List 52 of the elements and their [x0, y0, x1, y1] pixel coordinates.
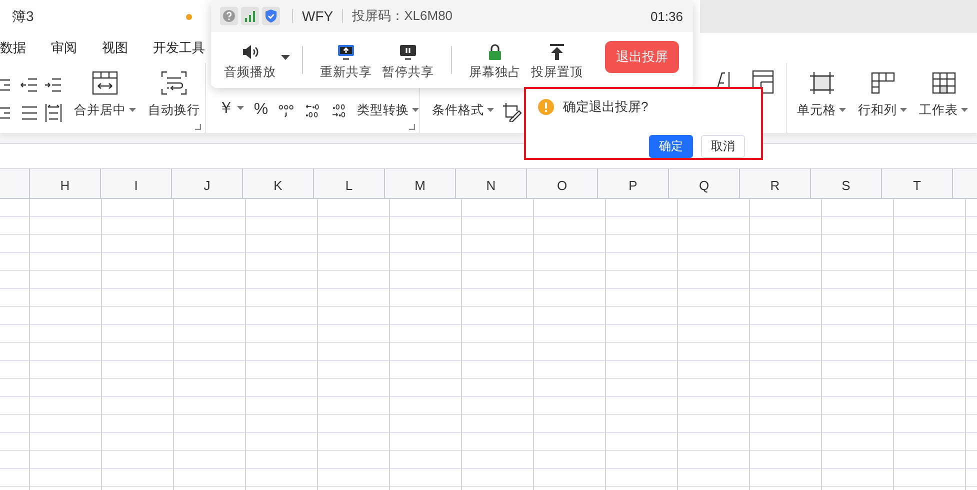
ribbon-button[interactable]: 工作表 [919, 71, 968, 119]
share-code: 投屏码：XL6M80 [352, 7, 453, 25]
ribbon-button[interactable]: 单元格 [797, 71, 846, 119]
crop-pencil-icon[interactable] [502, 102, 522, 122]
column-header[interactable]: J [172, 169, 243, 198]
ribbon-button[interactable]: 条件格式 [432, 102, 494, 119]
merge-cells-icon [92, 71, 118, 95]
ribbon-button[interactable]: 自动换行 [148, 71, 200, 119]
column-header[interactable]: L [314, 169, 385, 198]
column-header[interactable]: Q [669, 169, 740, 198]
column-header[interactable]: N [456, 169, 527, 198]
document-title: 簿3 [12, 8, 34, 26]
column-header[interactable]: R [740, 169, 811, 198]
ribbon-button[interactable]: 行和列 [858, 71, 907, 119]
warning-icon [538, 99, 554, 115]
wrap-text-icon [161, 71, 187, 95]
share-action-button[interactable]: 暂停共享 [377, 42, 439, 80]
rows-columns-icon [870, 71, 896, 95]
signal-icon [241, 7, 259, 25]
distributed-icon[interactable] [44, 103, 62, 123]
column-header[interactable]: H [30, 169, 101, 198]
ribbon-button[interactable]: 类型转换 [356, 102, 419, 119]
column-header[interactable]: O [527, 169, 598, 198]
column-header[interactable]: S [811, 169, 882, 198]
column-header[interactable]: M [385, 169, 456, 198]
column-header[interactable]: K [243, 169, 314, 198]
confirm-message: 确定退出投屏? [563, 98, 648, 116]
menu-tab[interactable]: 数据 [0, 39, 26, 57]
cell-icon [808, 71, 834, 95]
menu-tab[interactable]: 开发工具 [153, 39, 205, 57]
share-action-button[interactable]: 音频播放 [219, 42, 290, 80]
ribbon-button[interactable]: % [254, 101, 268, 119]
column-header[interactable]: T [882, 169, 953, 198]
menu-tab[interactable]: 审阅 [51, 39, 77, 57]
timer: 01:36 [650, 8, 683, 24]
confirm-button[interactable]: 确定 [649, 135, 693, 158]
pin-top-icon [547, 42, 567, 62]
cancel-button[interactable]: 取消 [701, 135, 745, 158]
share-action-button[interactable]: 重新共享 [315, 42, 377, 80]
dialog-launcher-icon[interactable] [408, 124, 415, 130]
ribbon-button[interactable]: 合并居中 [74, 71, 136, 119]
dialog-launcher-icon[interactable] [194, 124, 201, 130]
menu-tab[interactable]: 视图 [102, 39, 128, 57]
column-header[interactable]: I [101, 169, 172, 198]
ribbon-button[interactable]: ￥ [218, 98, 244, 119]
user-name: WFY [302, 8, 334, 24]
help-icon [220, 7, 238, 25]
share-action-button[interactable]: 屏幕独占 [464, 42, 526, 80]
share-action-button[interactable]: 投屏置顶 [526, 42, 588, 80]
worksheet-icon [930, 71, 956, 95]
shield-icon [262, 7, 280, 25]
column-header[interactable]: P [598, 169, 669, 198]
